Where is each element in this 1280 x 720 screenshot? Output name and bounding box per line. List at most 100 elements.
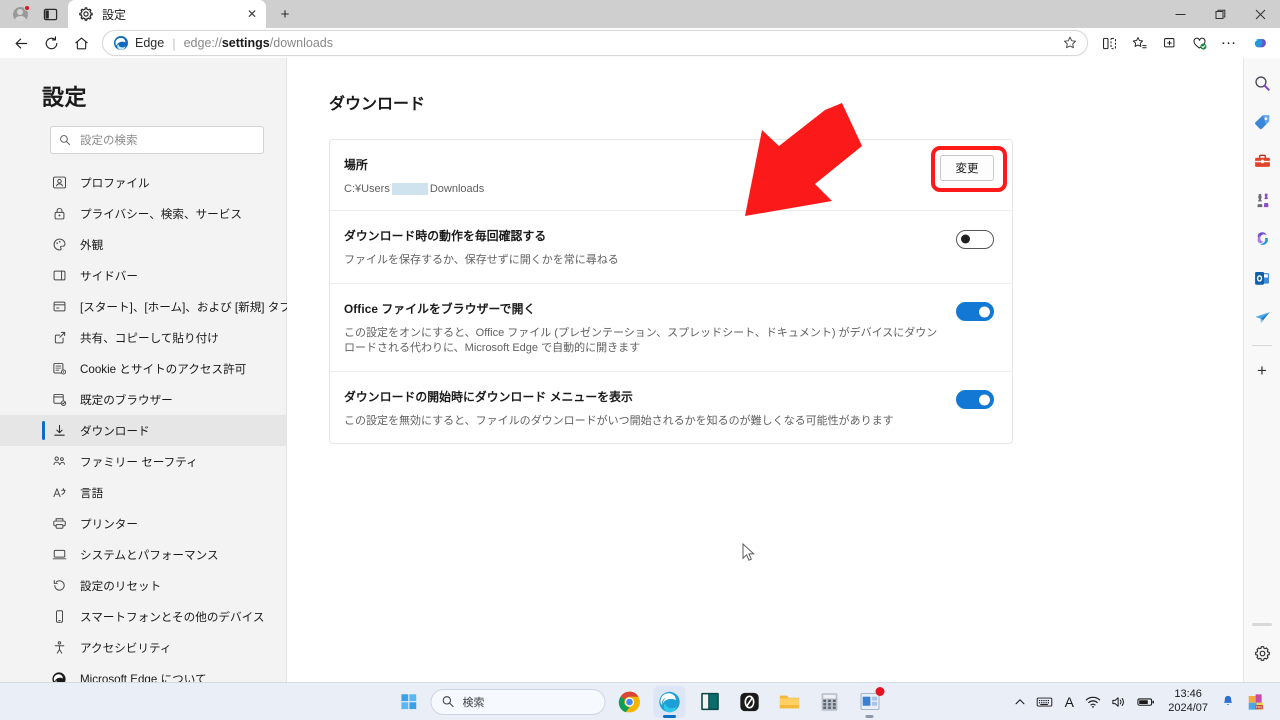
sidebar-item-downloads[interactable]: ダウンロード (0, 415, 286, 446)
taskbar-app-zero[interactable] (734, 686, 766, 718)
sidebar-item-label: プロファイル (80, 176, 150, 190)
profile-avatar[interactable] (6, 3, 34, 25)
tab-actions-button[interactable] (36, 3, 64, 25)
taskbar-app-chrome[interactable] (614, 686, 646, 718)
browser-essentials-button[interactable] (1184, 30, 1214, 56)
sidebar-item-system[interactable]: システムとパフォーマンス (0, 539, 286, 570)
show-download-menu-controls (944, 388, 994, 412)
ask-each-time-toggle[interactable] (956, 229, 994, 249)
back-button[interactable] (6, 30, 36, 56)
restore-icon (1215, 9, 1225, 19)
row-location: 場所 C:¥Users Downloads 変更 (330, 140, 1012, 211)
taskbar-app-calculator[interactable] (814, 686, 846, 718)
more-options-button[interactable]: … (1214, 30, 1244, 56)
tray-battery-button[interactable] (1132, 686, 1160, 718)
refresh-button[interactable] (36, 30, 66, 56)
split-screen-button[interactable] (1094, 30, 1124, 56)
toggle-knob (979, 306, 990, 318)
ask-each-time-text: ダウンロード時の動作を毎回確認する ファイルを保存するか、保存せずに開くかを常に… (344, 227, 944, 268)
open-office-files-toggle[interactable] (956, 302, 994, 322)
sidebar-item-language[interactable]: 言語 (0, 477, 286, 508)
content-inner: ダウンロード 場所 C:¥Users Downloads 変更 ダウンロード時の… (287, 58, 1243, 445)
rail-divider (1252, 345, 1272, 346)
add-favorite-button[interactable] (1057, 31, 1083, 55)
taskbar-clock[interactable]: 13:46 2024/07 (1160, 686, 1216, 718)
taskbar-app-edge[interactable] (653, 685, 686, 718)
taskbar-search-input[interactable]: 検索 (430, 688, 606, 715)
omnibox-app-label: Edge (135, 36, 165, 50)
taskbar-app-teams[interactable] (854, 686, 886, 718)
ime-mode-indicator[interactable]: A (1058, 686, 1080, 718)
rail-shopping-button[interactable] (1247, 107, 1277, 137)
rail-add-button[interactable]: + (1247, 356, 1277, 386)
settings-sidebar: 設定 設定の検索 プロファイル プライバシー、検索、サービス 外観 サイドバー … (0, 58, 291, 686)
sidebar-item-label: 共有、コピーして貼り付け (80, 331, 219, 345)
minimize-button[interactable] (1160, 0, 1200, 28)
browser-tab-settings[interactable]: 設定 ✕ (68, 0, 266, 28)
tray-wifi-button[interactable] (1080, 686, 1106, 718)
maximize-button[interactable] (1200, 0, 1240, 28)
windows-taskbar: 検索 A 13:46 2024/07 PRE (0, 682, 1280, 720)
sidebar-item-family-safety[interactable]: ファミリー セーフティ (0, 446, 286, 477)
browser-window: 設定 ✕ + Edge | edge://settings/downloads … (0, 0, 1280, 720)
star-icon (1064, 36, 1076, 49)
collections-icon (1163, 37, 1174, 47)
sidebar-item-share-copy-paste[interactable]: 共有、コピーして貼り付け (0, 322, 286, 353)
settings-search-wrapper: 設定の検索 (0, 112, 286, 154)
search-icon (60, 135, 70, 145)
refresh-icon (45, 35, 57, 49)
row-subtitle: ファイルを保存するか、保存せずに開くかを常に尋ねる (344, 254, 619, 266)
favorites-button[interactable] (1124, 30, 1154, 56)
sidebar-item-start-home-newtab[interactable]: [スタート]、[ホーム]、および [新規] タブ (0, 291, 291, 322)
sidebar-item-profile[interactable]: プロファイル (0, 167, 286, 198)
search-icon (442, 696, 454, 708)
title-bar: 設定 ✕ + (0, 0, 1280, 28)
location-text: 場所 C:¥Users Downloads (344, 156, 928, 195)
sidebar-item-sidebar[interactable]: サイドバー (0, 260, 286, 291)
rail-drop-button[interactable] (1247, 302, 1277, 332)
taskbar-app-file-explorer[interactable] (774, 686, 806, 718)
close-icon[interactable]: ✕ (244, 6, 260, 22)
start-button[interactable] (395, 687, 423, 717)
cookie-icon (50, 360, 68, 378)
tray-keyboard-button[interactable] (1031, 686, 1058, 718)
sidebar-item-label: システムとパフォーマンス (80, 548, 219, 562)
copilot-button[interactable] (1244, 30, 1274, 56)
drop-paperplane-icon (1254, 311, 1270, 323)
close-window-button[interactable] (1240, 0, 1280, 28)
rail-m365-button[interactable] (1247, 224, 1277, 254)
settings-search-input[interactable]: 設定の検索 (50, 126, 264, 154)
games-icon (1256, 193, 1268, 207)
sidebar-item-reset[interactable]: 設定のリセット (0, 570, 286, 601)
outlook-icon (1254, 271, 1269, 285)
collections-button[interactable] (1154, 30, 1184, 56)
sidebar-item-cookies[interactable]: Cookie とサイトのアクセス許可 (0, 353, 286, 384)
rail-games-button[interactable] (1247, 185, 1277, 215)
rail-tools-button[interactable] (1247, 146, 1277, 176)
new-tab-button[interactable]: + (272, 1, 298, 27)
sidebar-item-accessibility[interactable]: アクセシビリティ (0, 632, 286, 663)
reset-icon (50, 577, 68, 595)
address-bar[interactable]: Edge | edge://settings/downloads (102, 30, 1088, 56)
taskbar-app-book[interactable] (694, 686, 726, 718)
tray-expand-button[interactable] (1009, 686, 1031, 718)
sidebar-item-default-browser[interactable]: 既定のブラウザー (0, 384, 286, 415)
sidebar-item-appearance[interactable]: 外観 (0, 229, 286, 260)
sidebar-item-label: スマートフォンとその他のデバイス (80, 610, 265, 624)
sidebar-item-phone-devices[interactable]: スマートフォンとその他のデバイス (0, 601, 286, 632)
rail-settings-button[interactable] (1247, 638, 1277, 668)
change-location-button[interactable]: 変更 (940, 155, 994, 181)
chrome-icon (618, 691, 640, 712)
sidebar-item-privacy[interactable]: プライバシー、検索、サービス (0, 198, 286, 229)
show-download-menu-toggle[interactable] (956, 390, 994, 410)
rail-search-button[interactable] (1247, 68, 1277, 98)
sidebar-item-label: サイドバー (80, 269, 138, 283)
notification-center-button[interactable] (1216, 686, 1240, 718)
sidebar-item-label: 既定のブラウザー (80, 393, 173, 407)
sidebar-item-printer[interactable]: プリンター (0, 508, 286, 539)
rail-outlook-button[interactable] (1247, 263, 1277, 293)
tray-volume-button[interactable] (1106, 686, 1132, 718)
tray-app-button[interactable]: PRE (1240, 686, 1272, 718)
language-icon (50, 484, 68, 502)
home-button[interactable] (66, 30, 96, 56)
